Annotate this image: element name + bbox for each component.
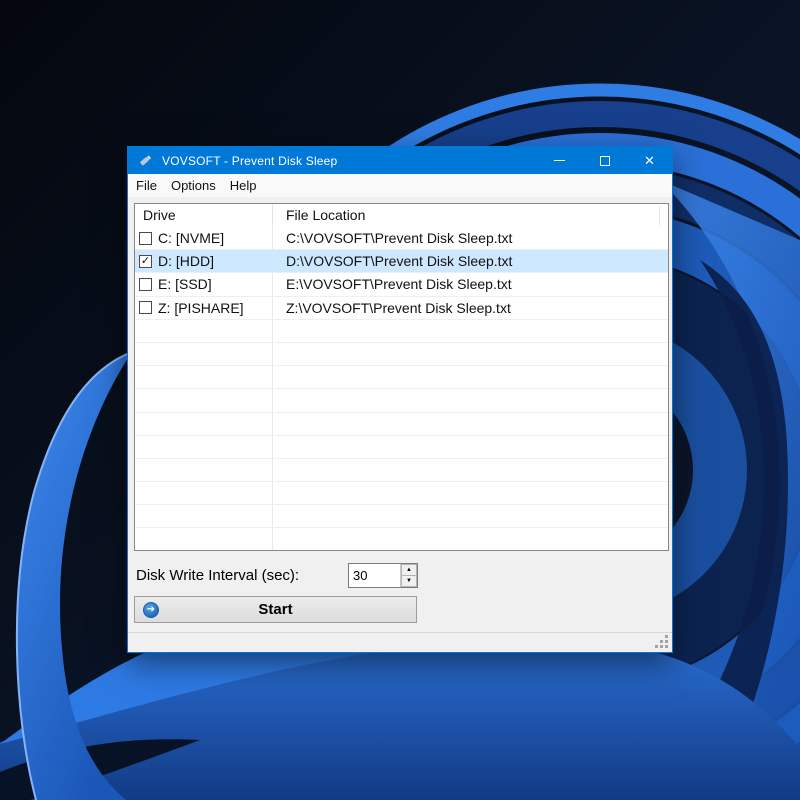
empty-row[interactable] (135, 436, 668, 459)
menu-item-options[interactable]: Options (164, 175, 223, 196)
client-area: Drive File Location C: [NVME] C:\VOVSOFT… (128, 197, 672, 652)
drive-row[interactable]: ✓ D: [HDD] D:\VOVSOFT\Prevent Disk Sleep… (135, 250, 668, 273)
close-icon: ✕ (644, 154, 655, 167)
app-window: VOVSOFT - Prevent Disk Sleep ✕ FileOptio… (127, 146, 673, 653)
status-bar (128, 632, 672, 652)
file-location-cell: E:\VOVSOFT\Prevent Disk Sleep.txt (273, 276, 668, 292)
start-button[interactable]: ➔ Start (134, 596, 417, 623)
listview-rows: C: [NVME] C:\VOVSOFT\Prevent Disk Sleep.… (135, 227, 668, 551)
empty-row[interactable] (135, 505, 668, 528)
resize-grip-icon[interactable] (655, 635, 658, 638)
empty-row[interactable] (135, 528, 668, 551)
spin-down-button[interactable]: ▼ (401, 575, 417, 587)
column-header-file-location[interactable]: File Location (273, 204, 668, 227)
empty-row[interactable] (135, 413, 668, 436)
drive-row[interactable]: C: [NVME] C:\VOVSOFT\Prevent Disk Sleep.… (135, 227, 668, 250)
spin-up-icon: ▲ (406, 567, 412, 573)
titlebar[interactable]: VOVSOFT - Prevent Disk Sleep ✕ (128, 147, 672, 174)
file-location-cell: C:\VOVSOFT\Prevent Disk Sleep.txt (273, 230, 668, 246)
minimize-button[interactable] (537, 147, 582, 174)
drive-row[interactable]: Z: [PISHARE] Z:\VOVSOFT\Prevent Disk Sle… (135, 297, 668, 320)
drive-checkbox[interactable]: ✓ (139, 255, 152, 268)
drive-label: D: [HDD] (158, 253, 214, 269)
maximize-button[interactable] (582, 147, 627, 174)
interval-input[interactable]: 30 (349, 564, 400, 587)
maximize-icon (600, 156, 610, 166)
interval-spinner: 30 ▲ ▼ (348, 563, 418, 588)
header-divider (659, 206, 660, 225)
empty-row[interactable] (135, 320, 668, 343)
menu-item-help[interactable]: Help (223, 175, 264, 196)
drive-checkbox[interactable] (139, 301, 152, 314)
close-button[interactable]: ✕ (627, 147, 672, 174)
spin-up-button[interactable]: ▲ (401, 564, 417, 575)
drive-cell: Z: [PISHARE] (135, 297, 273, 319)
spin-buttons: ▲ ▼ (400, 564, 417, 587)
drive-row[interactable]: E: [SSD] E:\VOVSOFT\Prevent Disk Sleep.t… (135, 273, 668, 296)
spin-down-icon: ▼ (406, 578, 412, 584)
interval-label: Disk Write Interval (sec): (136, 567, 299, 584)
empty-row[interactable] (135, 459, 668, 482)
file-location-cell: D:\VOVSOFT\Prevent Disk Sleep.txt (273, 253, 668, 269)
drive-cell: C: [NVME] (135, 227, 273, 249)
drive-cell: E: [SSD] (135, 273, 273, 295)
menu-item-file[interactable]: File (129, 175, 164, 196)
drive-listview[interactable]: Drive File Location C: [NVME] C:\VOVSOFT… (134, 203, 669, 551)
empty-row[interactable] (135, 343, 668, 366)
drive-cell: ✓ D: [HDD] (135, 250, 273, 272)
window-title: VOVSOFT - Prevent Disk Sleep (162, 154, 337, 168)
file-location-cell: Z:\VOVSOFT\Prevent Disk Sleep.txt (273, 300, 668, 316)
usb-drive-icon (137, 152, 154, 169)
empty-row[interactable] (135, 482, 668, 505)
drive-checkbox[interactable] (139, 278, 152, 291)
drive-label: E: [SSD] (158, 276, 212, 292)
minimize-icon (554, 160, 565, 161)
start-button-label: Start (135, 601, 416, 618)
drive-label: Z: [PISHARE] (158, 300, 244, 316)
listview-header: Drive File Location (135, 204, 668, 227)
empty-row[interactable] (135, 366, 668, 389)
column-header-drive[interactable]: Drive (135, 204, 273, 227)
drive-label: C: [NVME] (158, 230, 224, 246)
empty-row[interactable] (135, 389, 668, 412)
drive-checkbox[interactable] (139, 232, 152, 245)
menubar: FileOptionsHelp (128, 174, 672, 197)
